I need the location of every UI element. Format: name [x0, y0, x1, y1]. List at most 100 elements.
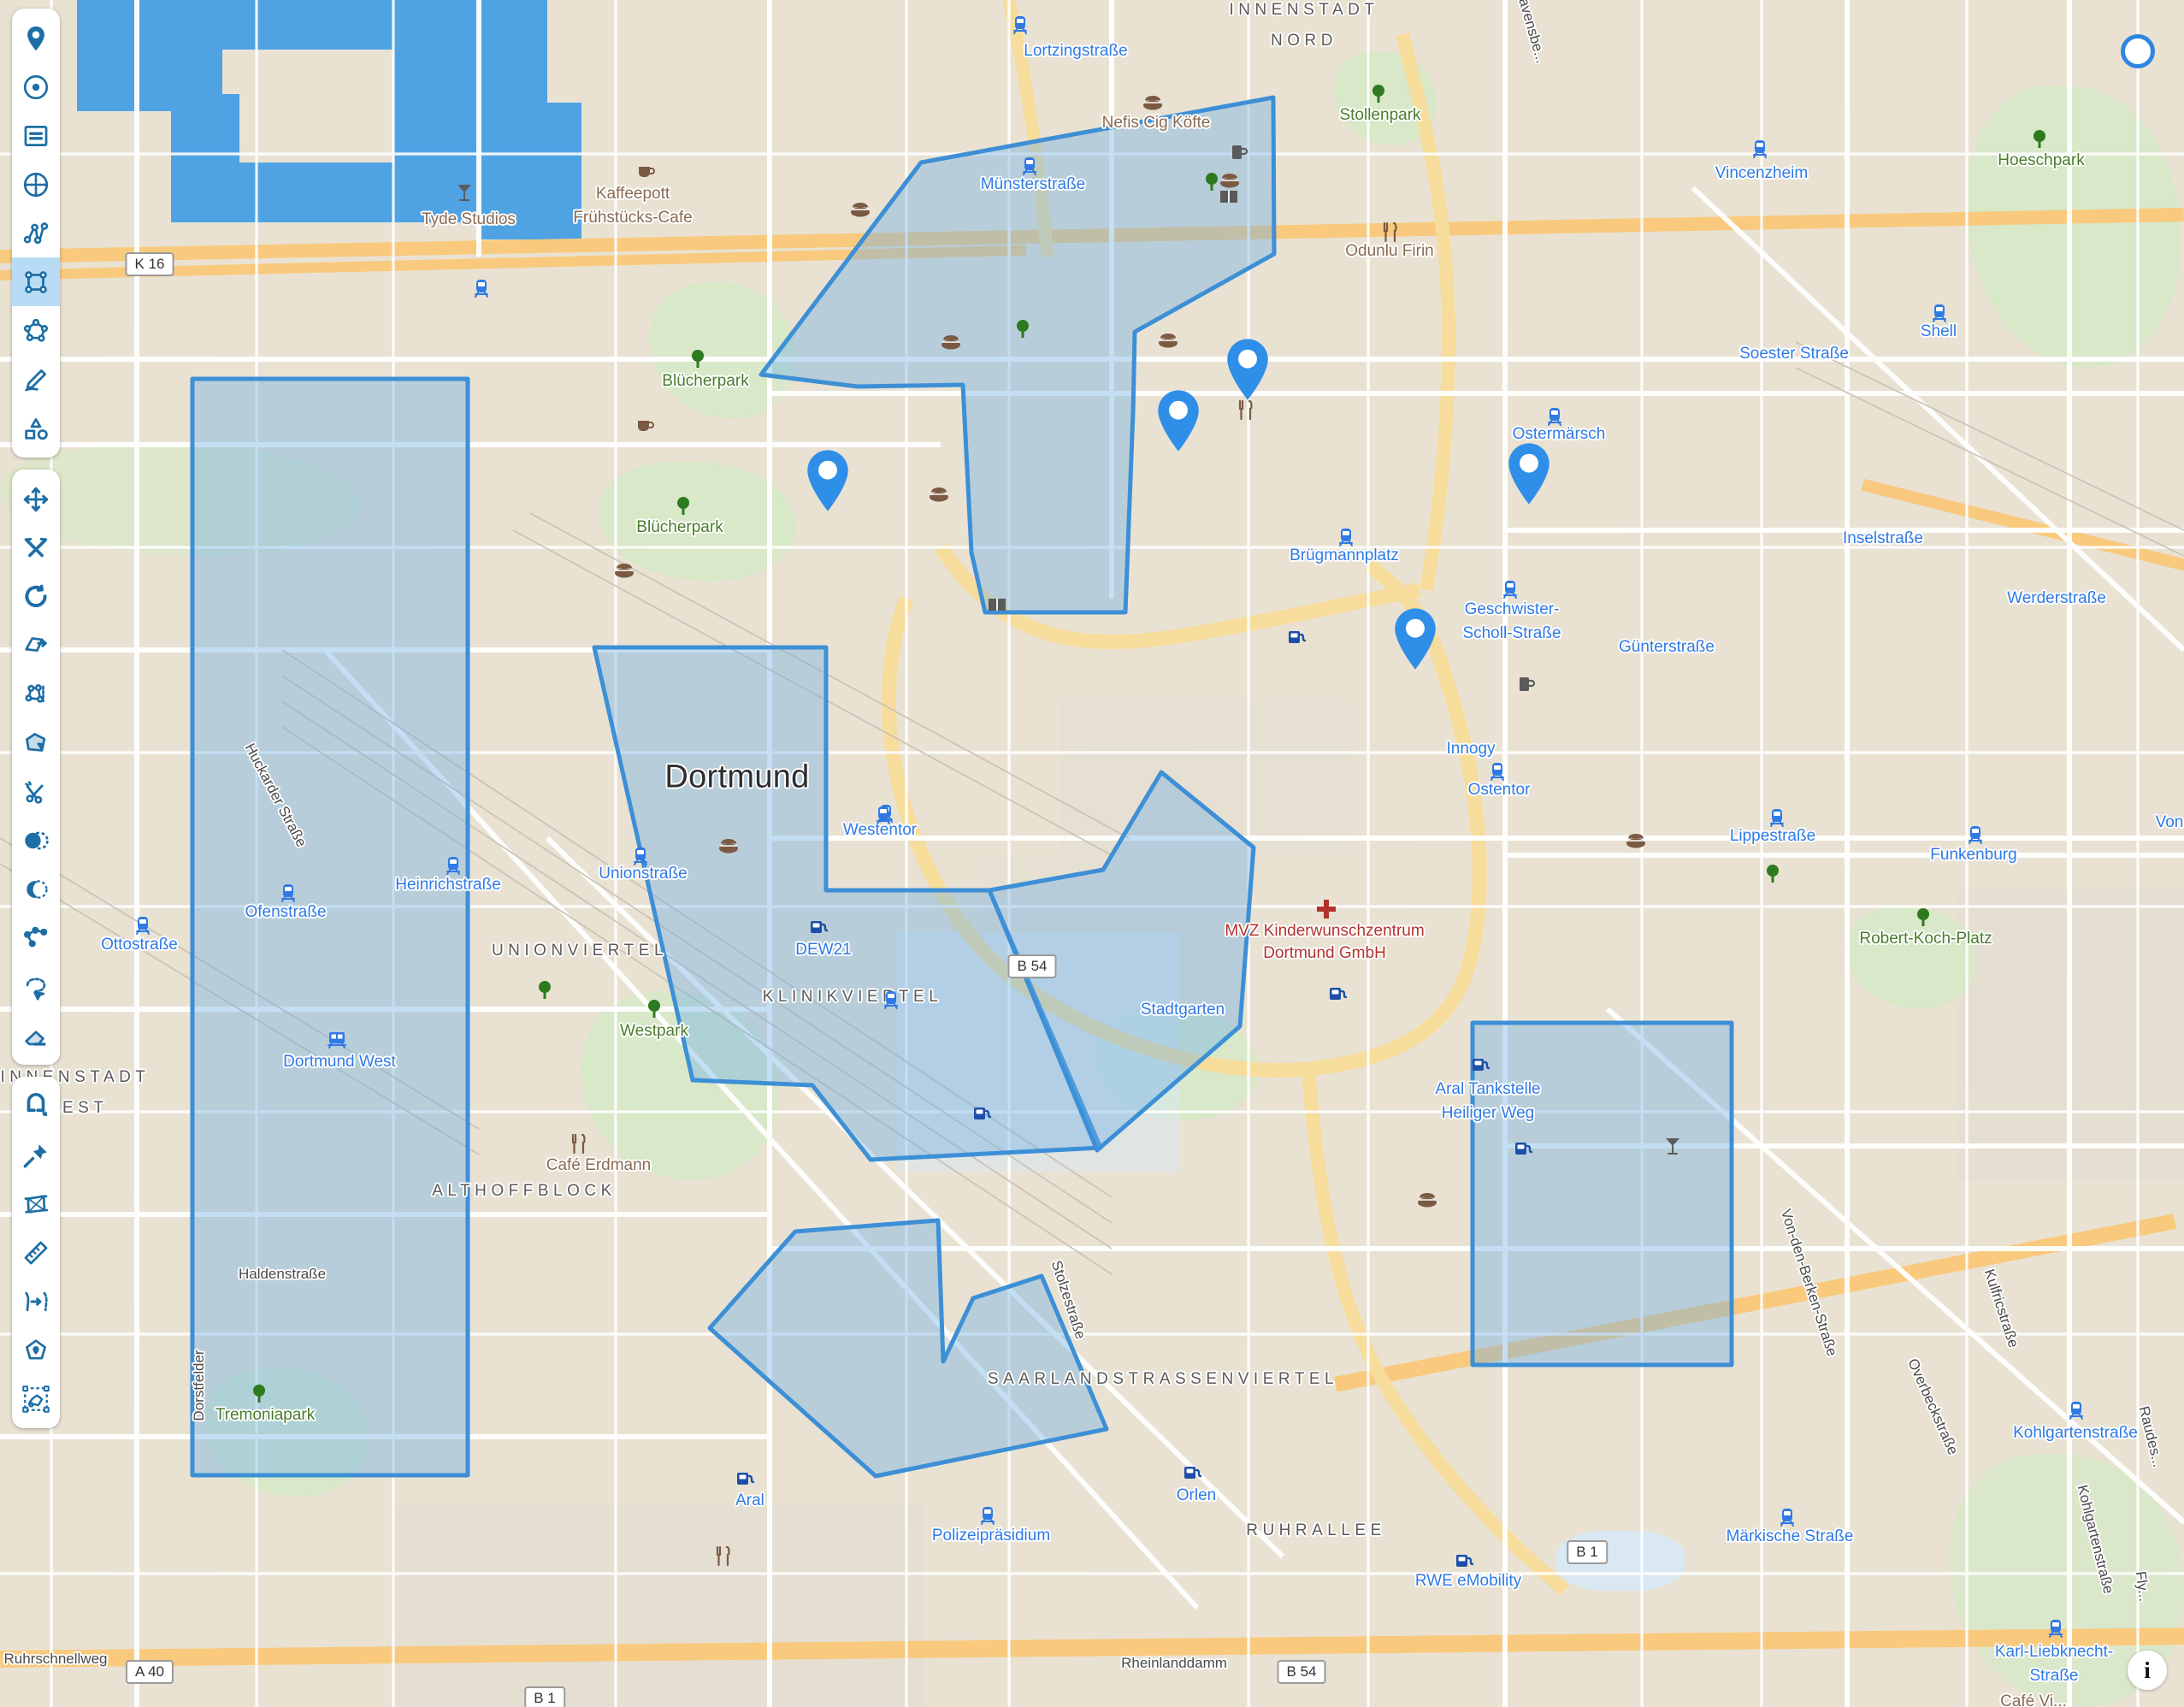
- transform-nodes-icon: [21, 680, 50, 709]
- bakery-icon: [1416, 1191, 1438, 1208]
- tool-button-draw-polygon[interactable]: [12, 306, 60, 355]
- tool-button-freehand-draw[interactable]: [12, 355, 60, 404]
- bakery-icon: [1625, 832, 1647, 849]
- tool-button-cut[interactable]: [12, 767, 60, 816]
- tool-button-difference[interactable]: [12, 865, 60, 913]
- difference-moon-icon: [21, 875, 50, 904]
- tram-stop-icon: [874, 805, 893, 827]
- tool-button-bounding-box[interactable]: [12, 1179, 60, 1228]
- tool-button-draw-polyline[interactable]: [12, 209, 60, 257]
- road-shield: B 54: [1277, 1660, 1326, 1684]
- bakery-icon: [940, 334, 962, 351]
- tool-button-modify[interactable]: [12, 523, 60, 572]
- medical-poi-label: Dortmund GmbH: [1263, 944, 1386, 962]
- map-marker-pin[interactable]: [803, 448, 853, 513]
- tram-stop-icon: [1966, 824, 1985, 847]
- transit-label: Karl-Liebknecht-: [1994, 1643, 2114, 1661]
- tram-stop-icon: [133, 915, 152, 937]
- info-button[interactable]: i: [2128, 1651, 2167, 1690]
- tool-button-skew[interactable]: [12, 621, 60, 670]
- tool-button-fill-shape[interactable]: [12, 718, 60, 767]
- tram-stop-icon: [882, 989, 900, 1012]
- tool-button-point-in-poly[interactable]: [12, 1326, 60, 1374]
- transit-label: Werderstraße: [2007, 589, 2106, 607]
- tool-button-move[interactable]: [12, 475, 60, 523]
- toolbar-group-draw-group: [12, 9, 60, 458]
- restaurant-icon: [713, 1545, 732, 1568]
- transit-label: Innogy: [1446, 740, 1496, 758]
- road-shield: B 1: [524, 1686, 565, 1707]
- tool-button-simplify[interactable]: [12, 913, 60, 962]
- tool-button-place-label[interactable]: [12, 111, 60, 160]
- map-pin-icon: [21, 24, 50, 53]
- tool-button-place-grid[interactable]: [12, 160, 60, 209]
- crossed-tools-icon: [21, 534, 50, 563]
- tool-button-place-marker[interactable]: [12, 14, 60, 62]
- tool-button-shapes[interactable]: [12, 404, 60, 452]
- scissors-icon: [21, 777, 50, 806]
- transit-label: Lippestraße: [1729, 827, 1816, 845]
- bar-icon: [455, 182, 474, 203]
- medical-poi-label: MVZ Kinderwunschzentrum: [1225, 922, 1425, 940]
- street-label: Rheinlanddamm: [1121, 1655, 1227, 1671]
- eraser-icon: [21, 1021, 50, 1050]
- locate-button[interactable]: [2121, 34, 2155, 68]
- district-label: KLINIKVIERTEL: [762, 988, 943, 1006]
- tram-stop-icon: [279, 883, 298, 905]
- tool-button-place-circle[interactable]: [12, 62, 60, 111]
- tool-button-lasso-select[interactable]: [12, 962, 60, 1011]
- park-tree-icon: [673, 495, 694, 517]
- rectangle-nodes-icon: [21, 268, 50, 297]
- cafe-icon: [635, 162, 656, 182]
- tool-button-select-all[interactable]: [12, 1374, 60, 1423]
- park-tree-icon: [1762, 863, 1783, 885]
- district-label: UNIONVIERTEL: [491, 942, 669, 960]
- map-marker-pin[interactable]: [1504, 441, 1554, 506]
- street-label: Haldenstraße: [238, 1266, 327, 1282]
- map-marker-pin[interactable]: [1154, 388, 1203, 453]
- text-box-icon: [21, 121, 50, 151]
- transit-label: Lortzingstraße: [1024, 42, 1128, 60]
- transit-label: Vincenzheim: [1715, 164, 1809, 182]
- restaurant-icon: [1380, 221, 1399, 244]
- tool-button-erase[interactable]: [12, 1011, 60, 1060]
- polygon-nodes-icon: [21, 316, 50, 346]
- tram-stop-icon: [1337, 527, 1355, 549]
- lasso-cursor-icon: [21, 972, 50, 1001]
- transit-label: Stadtgarten: [1140, 1001, 1225, 1019]
- road-shield: B 54: [1007, 954, 1057, 978]
- tool-button-intersect[interactable]: [12, 816, 60, 865]
- tool-button-rotate[interactable]: [12, 572, 60, 621]
- tram-stop-icon: [444, 855, 463, 877]
- transit-label: Heiliger Weg: [1441, 1104, 1535, 1122]
- tram-stop-icon: [1768, 807, 1786, 830]
- fuel-station-icon: [809, 918, 831, 938]
- transit-label: Ostentor: [1467, 781, 1531, 799]
- tool-button-transform-nodes[interactable]: [12, 670, 60, 718]
- magnet-icon: [21, 1092, 50, 1121]
- tool-button-measure[interactable]: [12, 1228, 60, 1277]
- bakery-icon: [849, 201, 871, 218]
- tool-button-magnet-snap[interactable]: [12, 1082, 60, 1131]
- road-shield: B 1: [1567, 1540, 1608, 1564]
- map-marker-pin[interactable]: [1223, 337, 1272, 402]
- map-marker-pin[interactable]: [1390, 606, 1440, 671]
- transit-label: Dortmund West: [283, 1053, 396, 1071]
- transit-label: Straße: [2029, 1667, 2079, 1685]
- map-block: [1060, 701, 1351, 855]
- simplify-nodes-icon: [21, 924, 50, 953]
- map-tools-toolbar[interactable]: [12, 9, 60, 1428]
- toolbar-group-edit-group: [12, 470, 60, 1065]
- tool-button-offset-line[interactable]: [12, 1277, 60, 1326]
- tram-stop-icon: [2046, 1618, 2065, 1640]
- district-label: SAARLANDSTRASSENVIERTEL: [987, 1370, 1339, 1388]
- transit-label: Märkische Straße: [1726, 1527, 1854, 1545]
- map-canvas[interactable]: Dortmund INNENSTADT NORD INNENSTADT WEST UNIO…: [0, 0, 2184, 1707]
- tool-button-draw-rectangle[interactable]: [12, 257, 60, 306]
- district-label: NORD: [1271, 32, 1337, 50]
- tool-button-pin-vertex[interactable]: [12, 1131, 60, 1179]
- park-tree-icon: [249, 1383, 269, 1405]
- transit-label: Brügmannplatz: [1290, 546, 1399, 564]
- offset-arrow-icon: [21, 1287, 50, 1316]
- transit-label: Scholl-Straße: [1462, 624, 1561, 642]
